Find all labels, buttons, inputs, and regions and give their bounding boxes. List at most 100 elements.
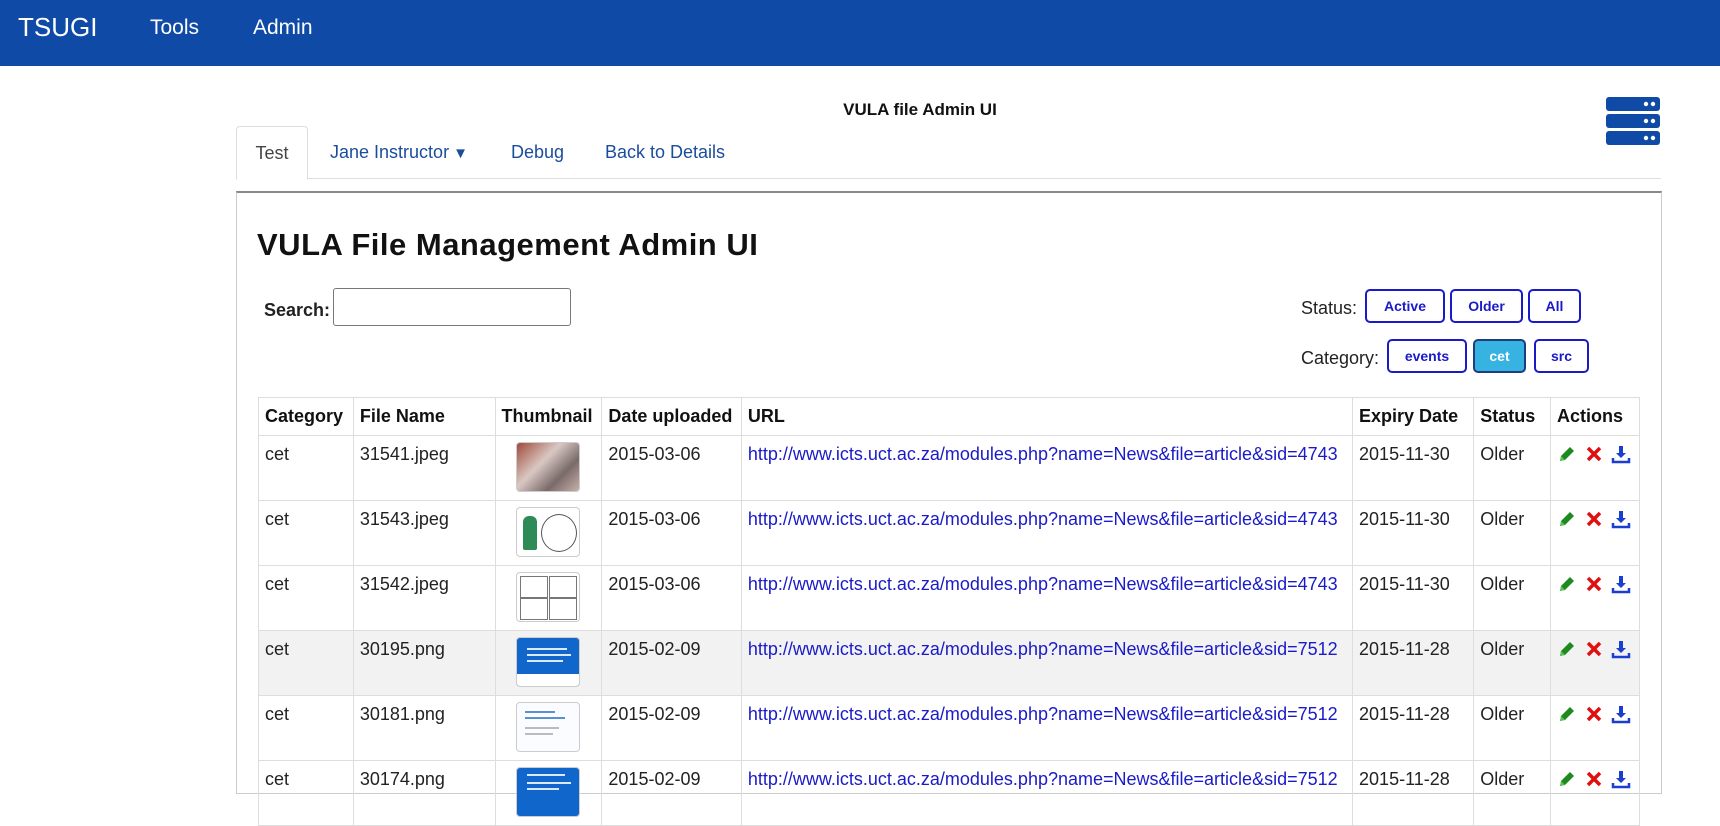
url-link[interactable]: http://www.icts.uct.ac.za/modules.php?na… — [748, 574, 1338, 594]
cell-url: http://www.icts.uct.ac.za/modules.php?na… — [740, 435, 1354, 501]
header-status[interactable]: Status — [1473, 397, 1551, 436]
header-actions: Actions — [1549, 397, 1641, 436]
cell-date: 2015-03-06 — [601, 565, 742, 631]
pencil-icon[interactable] — [1557, 574, 1577, 594]
cell-expiry: 2015-11-30 — [1352, 500, 1475, 566]
status-all-button[interactable]: All — [1528, 289, 1581, 323]
table-row: cet 30181.png 2015-02-09 http://www.icts… — [258, 695, 1641, 761]
category-src-button[interactable]: src — [1534, 339, 1589, 373]
download-icon[interactable] — [1611, 639, 1631, 659]
cell-file-name: 30195.png — [352, 630, 496, 696]
header-thumbnail[interactable]: Thumbnail — [494, 397, 603, 436]
cell-expiry: 2015-11-28 — [1352, 630, 1475, 696]
header-category[interactable]: Category — [258, 397, 354, 436]
cell-date: 2015-03-06 — [601, 500, 742, 566]
cell-date: 2015-02-09 — [601, 630, 742, 696]
category-events-button[interactable]: events — [1387, 339, 1467, 373]
category-cet-button[interactable]: cet — [1473, 339, 1526, 373]
hero-thumbnail[interactable] — [516, 507, 581, 557]
brand-logo[interactable]: TSUGI — [18, 12, 97, 43]
pencil-icon[interactable] — [1557, 444, 1577, 464]
tab-jane-instructor[interactable]: Jane Instructor ▼ — [330, 126, 468, 178]
cross-icon[interactable] — [1584, 444, 1604, 464]
top-navbar: TSUGI Tools Admin — [0, 0, 1720, 66]
tab-bar: Test Jane Instructor ▼ Debug Back to Deta… — [236, 126, 1661, 180]
table-row: cet 31542.jpeg 2015-03-06 http://www.ict… — [258, 565, 1641, 631]
table-row: cet 31541.jpeg 2015-03-06 http://www.ict… — [258, 435, 1641, 501]
cell-category: cet — [258, 760, 354, 826]
header-expiry-date[interactable]: Expiry Date — [1352, 397, 1475, 436]
cell-category: cet — [258, 435, 354, 501]
cell-actions — [1549, 695, 1641, 761]
blue-poster-thumbnail[interactable] — [516, 637, 581, 687]
cell-file-name: 30181.png — [352, 695, 496, 761]
cell-thumbnail — [494, 760, 603, 826]
cell-category: cet — [258, 630, 354, 696]
url-link[interactable]: http://www.icts.uct.ac.za/modules.php?na… — [748, 769, 1338, 789]
url-link[interactable]: http://www.icts.uct.ac.za/modules.php?na… — [748, 444, 1338, 464]
cell-category: cet — [258, 565, 354, 631]
cell-actions — [1549, 630, 1641, 696]
cross-icon[interactable] — [1584, 509, 1604, 529]
pencil-icon[interactable] — [1557, 509, 1577, 529]
status-active-button[interactable]: Active — [1365, 289, 1445, 323]
content-panel: VULA File Management Admin UI Search: St… — [236, 191, 1662, 826]
category-label: Category: — [1301, 348, 1380, 368]
cross-icon[interactable] — [1584, 574, 1604, 594]
url-link[interactable]: http://www.icts.uct.ac.za/modules.php?na… — [748, 509, 1338, 529]
cell-actions — [1549, 760, 1641, 826]
cell-thumbnail — [494, 435, 603, 501]
cell-status: Older — [1473, 500, 1551, 566]
cell-actions — [1549, 500, 1641, 566]
cell-url: http://www.icts.uct.ac.za/modules.php?na… — [740, 630, 1354, 696]
search-input[interactable] — [333, 288, 571, 326]
cell-file-name: 30174.png — [352, 760, 496, 826]
url-link[interactable]: http://www.icts.uct.ac.za/modules.php?na… — [748, 639, 1338, 659]
cell-status: Older — [1473, 760, 1551, 826]
cell-thumbnail — [494, 565, 603, 631]
tool-title: VULA file Admin UI — [843, 100, 997, 119]
header-file-name[interactable]: File Name — [352, 397, 496, 436]
download-icon[interactable] — [1611, 574, 1631, 594]
cross-icon[interactable] — [1584, 704, 1604, 724]
pencil-icon[interactable] — [1557, 639, 1577, 659]
url-link[interactable]: http://www.icts.uct.ac.za/modules.php?na… — [748, 704, 1338, 724]
download-icon[interactable] — [1611, 509, 1631, 529]
cell-file-name: 31541.jpeg — [352, 435, 496, 501]
nav-tools[interactable]: Tools — [150, 16, 199, 40]
nav-admin[interactable]: Admin — [253, 16, 313, 40]
pencil-icon[interactable] — [1557, 704, 1577, 724]
comic-thumbnail[interactable] — [516, 572, 581, 622]
cell-status: Older — [1473, 435, 1551, 501]
cell-status: Older — [1473, 565, 1551, 631]
cell-expiry: 2015-11-28 — [1352, 760, 1475, 826]
cell-category: cet — [258, 500, 354, 566]
header-url[interactable]: URL — [740, 397, 1354, 436]
tab-test[interactable]: Test — [236, 126, 308, 180]
pencil-icon[interactable] — [1557, 769, 1577, 789]
search-label: Search: — [264, 300, 331, 320]
light-poster-thumbnail[interactable] — [516, 702, 581, 752]
caret-down-icon: ▼ — [453, 145, 468, 162]
blue-poster-thumbnail[interactable] — [516, 767, 581, 817]
download-icon[interactable] — [1611, 769, 1631, 789]
files-table: Category File Name Thumbnail Date upload… — [258, 397, 1641, 826]
status-label: Status: — [1301, 298, 1358, 318]
cell-expiry: 2015-11-30 — [1352, 565, 1475, 631]
cell-date: 2015-02-09 — [601, 760, 742, 826]
download-icon[interactable] — [1611, 444, 1631, 464]
cross-icon[interactable] — [1584, 639, 1604, 659]
download-icon[interactable] — [1611, 704, 1631, 724]
cell-url: http://www.icts.uct.ac.za/modules.php?na… — [740, 760, 1354, 826]
status-older-button[interactable]: Older — [1450, 289, 1523, 323]
cell-thumbnail — [494, 695, 603, 761]
cell-status: Older — [1473, 695, 1551, 761]
tab-back-to-details[interactable]: Back to Details — [605, 126, 725, 178]
photo-thumbnail[interactable] — [516, 442, 581, 492]
header-date-uploaded[interactable]: Date uploaded — [601, 397, 742, 436]
cell-status: Older — [1473, 630, 1551, 696]
cell-url: http://www.icts.uct.ac.za/modules.php?na… — [740, 565, 1354, 631]
cross-icon[interactable] — [1584, 769, 1604, 789]
cell-url: http://www.icts.uct.ac.za/modules.php?na… — [740, 500, 1354, 566]
tab-debug[interactable]: Debug — [511, 126, 564, 178]
